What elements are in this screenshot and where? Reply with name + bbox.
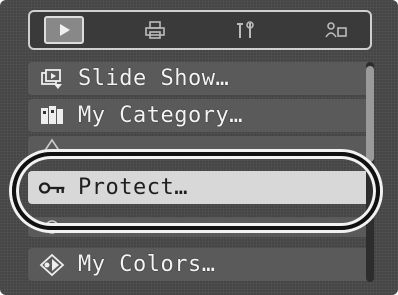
menu-item-label: Protect… <box>78 175 188 200</box>
tools-icon <box>237 21 255 38</box>
play-tab[interactable] <box>44 16 84 44</box>
menu-scrollbar[interactable] <box>366 62 374 282</box>
menu-item-my-category[interactable]: My Category… <box>28 99 372 132</box>
erase-icon <box>38 135 66 159</box>
playback-menu-list: Slide Show… My Category… Protect… My Col… <box>28 58 372 288</box>
my-colors-icon <box>38 253 66 277</box>
menu-item-slide-show[interactable]: Slide Show… <box>28 62 372 95</box>
tools-tab[interactable] <box>225 16 265 44</box>
scrollbar-thumb[interactable] <box>366 66 374 162</box>
menu-item-red-eye[interactable] <box>28 217 372 237</box>
my-category-icon <box>38 104 66 128</box>
play-icon <box>60 24 70 36</box>
menu-item-label: My Colors… <box>78 252 216 277</box>
menu-tab-bar <box>28 10 372 50</box>
print-tab[interactable] <box>135 16 175 44</box>
my-menu-icon <box>325 22 347 38</box>
printer-icon <box>144 21 165 39</box>
menu-item-label: Slide Show… <box>78 66 230 91</box>
menu-item-my-colors[interactable]: My Colors… <box>28 248 372 281</box>
red-eye-icon <box>38 215 66 239</box>
camera-menu-screen: Slide Show… My Category… Protect… My Col… <box>0 0 398 295</box>
menu-item-erase[interactable] <box>28 136 372 158</box>
settings-tab[interactable] <box>316 16 356 44</box>
key-icon <box>38 176 66 200</box>
menu-item-label: My Category… <box>78 103 243 128</box>
slide-show-icon <box>38 67 66 91</box>
menu-item-protect[interactable]: Protect… <box>28 171 372 204</box>
